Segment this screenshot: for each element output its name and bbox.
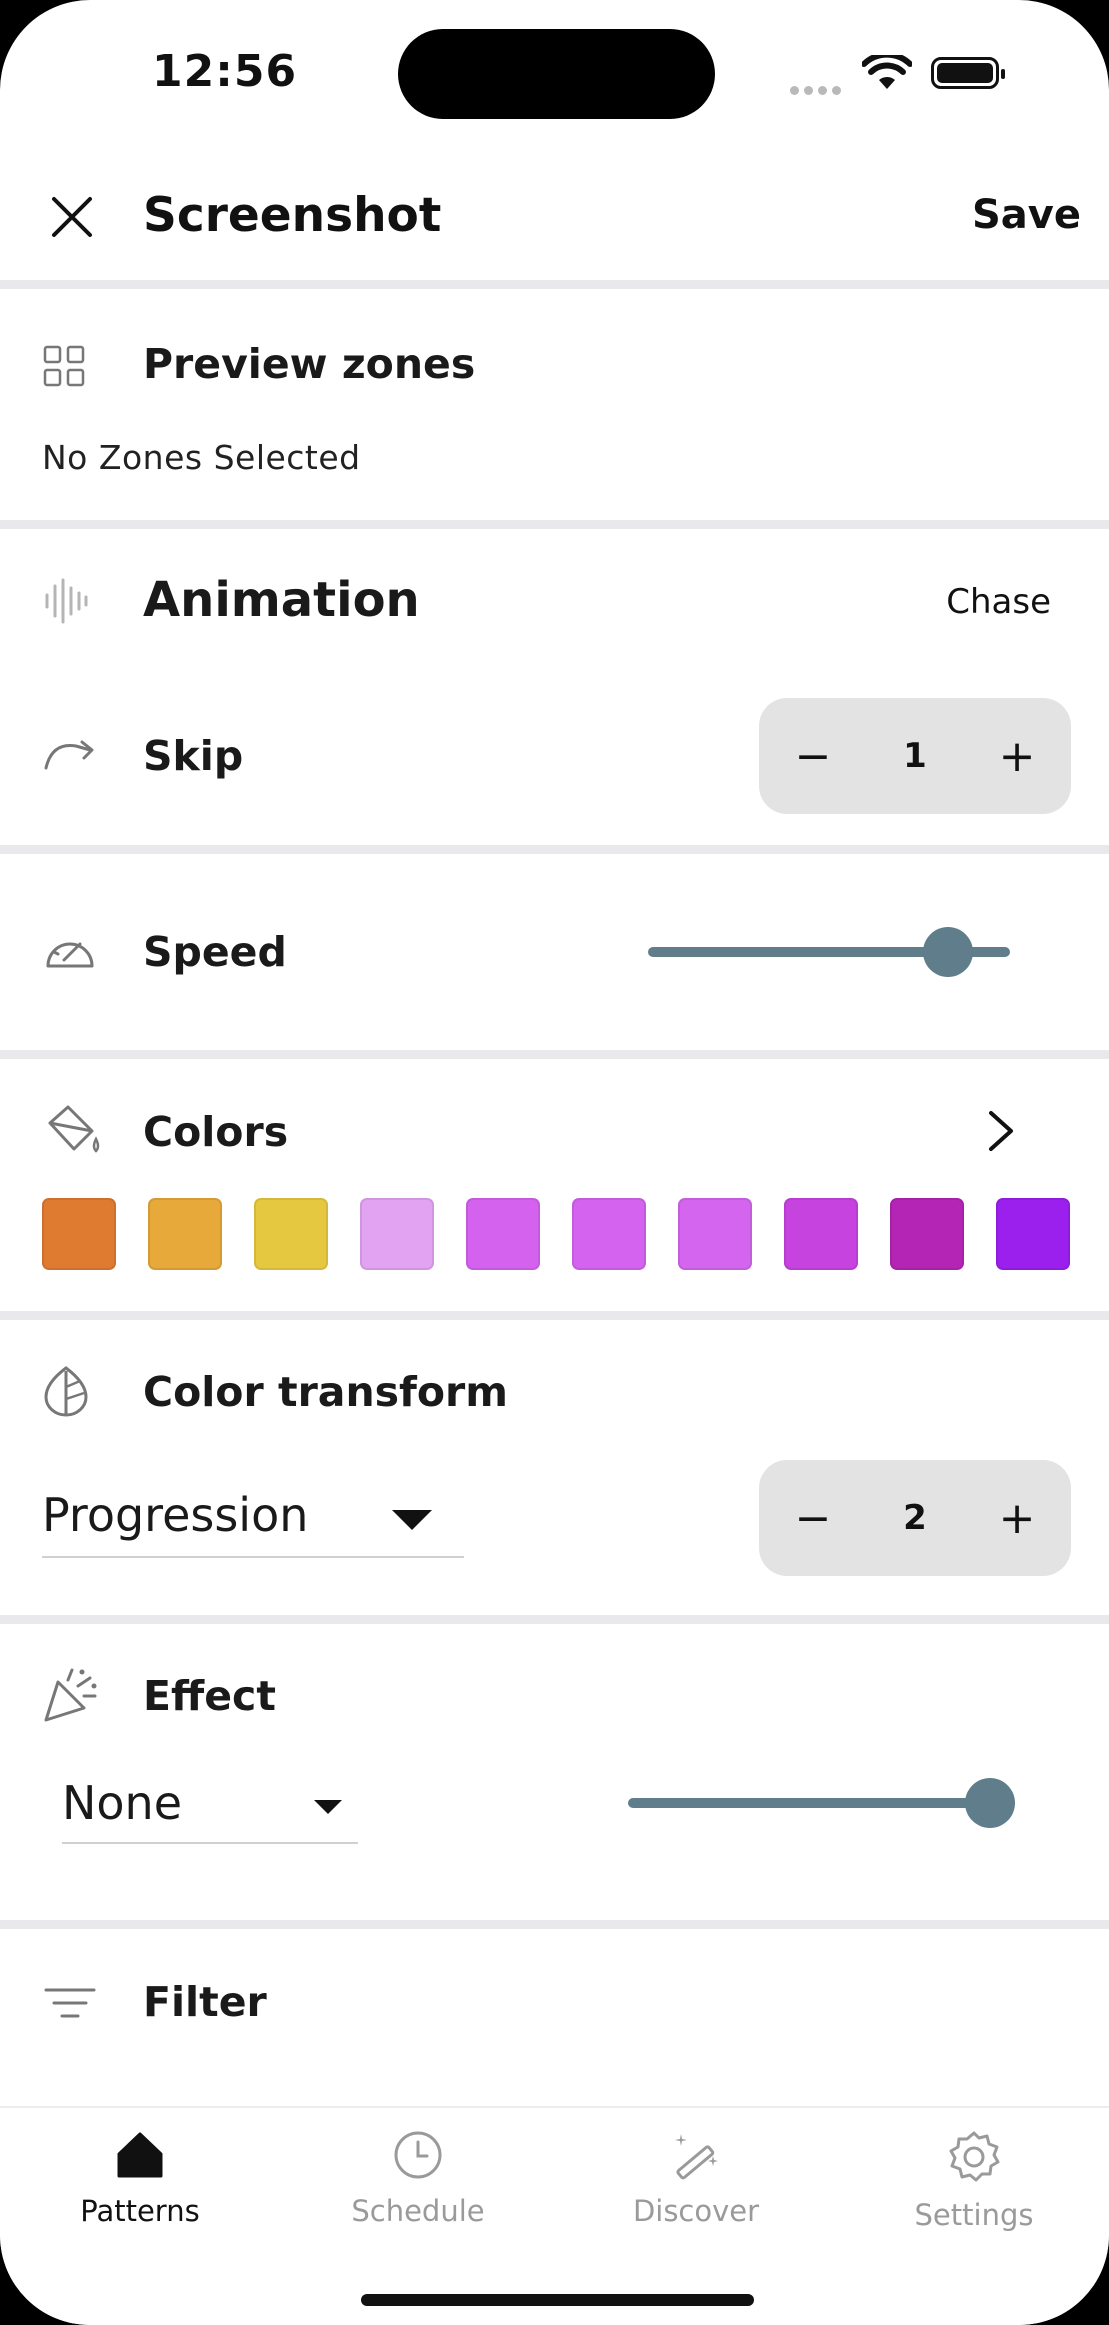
dropdown-arrow-icon: [314, 1800, 342, 1814]
color-swatch[interactable]: [254, 1198, 328, 1270]
tab-discover[interactable]: Discover: [596, 2130, 796, 2228]
section-divider: [0, 1920, 1109, 1929]
dropdown-arrow-icon: [392, 1510, 432, 1530]
bottom-tab-bar: Patterns Schedule Discover Settings: [0, 2106, 1109, 2325]
color-transform-increment-button[interactable]: +: [977, 1460, 1057, 1576]
page-title: Screenshot: [143, 188, 442, 243]
grid-icon: [43, 345, 85, 387]
color-swatch[interactable]: [42, 1198, 116, 1270]
skip-increment-button[interactable]: +: [977, 698, 1057, 814]
skip-stepper: − 1 +: [759, 698, 1071, 814]
paint-bucket-icon: [48, 1105, 100, 1153]
magic-wand-icon: [675, 2134, 718, 2180]
section-divider: [0, 1311, 1109, 1320]
tab-settings[interactable]: Settings: [874, 2130, 1074, 2232]
status-bar: 12:56: [0, 0, 1109, 150]
speed-label: Speed: [143, 928, 287, 976]
section-divider: [0, 845, 1109, 854]
color-swatch[interactable]: [784, 1198, 858, 1270]
tab-label: Settings: [914, 2198, 1034, 2232]
wifi-icon: [862, 55, 912, 89]
battery-icon: [931, 57, 1005, 89]
tab-patterns[interactable]: Patterns: [40, 2130, 240, 2228]
clock-icon: [394, 2131, 442, 2179]
status-time: 12:56: [152, 46, 298, 97]
party-popper-icon: [44, 1668, 97, 1722]
home-icon: [117, 2132, 163, 2178]
cellular-signal-icon: [790, 80, 846, 99]
color-swatch[interactable]: [148, 1198, 222, 1270]
skip-label: Skip: [143, 732, 244, 780]
section-divider: [0, 520, 1109, 529]
color-swatch[interactable]: [890, 1198, 964, 1270]
color-transform-label: Color transform: [143, 1368, 508, 1416]
redo-arrow-icon: [44, 740, 94, 770]
color-swatch[interactable]: [572, 1198, 646, 1270]
close-icon[interactable]: [48, 193, 96, 241]
color-swatch[interactable]: [996, 1198, 1070, 1270]
preview-zones-status: No Zones Selected: [42, 438, 361, 477]
speedometer-icon: [46, 942, 94, 968]
animation-label: Animation: [143, 572, 420, 628]
color-transform-selected: Progression: [42, 1488, 309, 1542]
section-divider: [0, 1615, 1109, 1624]
colors-label: Colors: [143, 1108, 289, 1156]
effect-slider-thumb[interactable]: [965, 1778, 1015, 1828]
color-transform-stepper: − 2 +: [759, 1460, 1071, 1576]
color-swatch[interactable]: [360, 1198, 434, 1270]
tab-label: Schedule: [351, 2194, 485, 2228]
home-indicator: [361, 2294, 754, 2306]
effect-slider-track[interactable]: [628, 1798, 990, 1808]
tab-schedule[interactable]: Schedule: [318, 2130, 518, 2228]
section-divider: [0, 280, 1109, 289]
effect-label: Effect: [143, 1672, 276, 1720]
chevron-right-icon[interactable]: [986, 1109, 1016, 1153]
gear-icon: [949, 2131, 1000, 2182]
top-app-bar: Screenshot Save: [0, 150, 1109, 280]
waveform-icon: [45, 578, 88, 624]
phone-screen: 12:56 Screenshot Save Preview zones No Z…: [0, 0, 1109, 2325]
dynamic-island: [398, 29, 715, 119]
filter-icon: [44, 1988, 96, 2018]
save-button[interactable]: Save: [972, 192, 1081, 238]
effect-selected: None: [62, 1776, 183, 1830]
tab-label: Discover: [632, 2194, 760, 2228]
leaf-icon: [44, 1366, 88, 1417]
speed-slider-thumb[interactable]: [923, 927, 974, 977]
color-transform-dropdown[interactable]: Progression: [42, 1486, 464, 1558]
color-swatch[interactable]: [678, 1198, 752, 1270]
preview-zones-label: Preview zones: [143, 340, 476, 388]
effect-dropdown[interactable]: None: [62, 1774, 358, 1844]
filter-label: Filter: [143, 1978, 267, 2026]
tab-label: Patterns: [80, 2194, 200, 2228]
color-swatch[interactable]: [466, 1198, 540, 1270]
animation-value: Chase: [946, 582, 1051, 622]
section-divider: [0, 1050, 1109, 1059]
